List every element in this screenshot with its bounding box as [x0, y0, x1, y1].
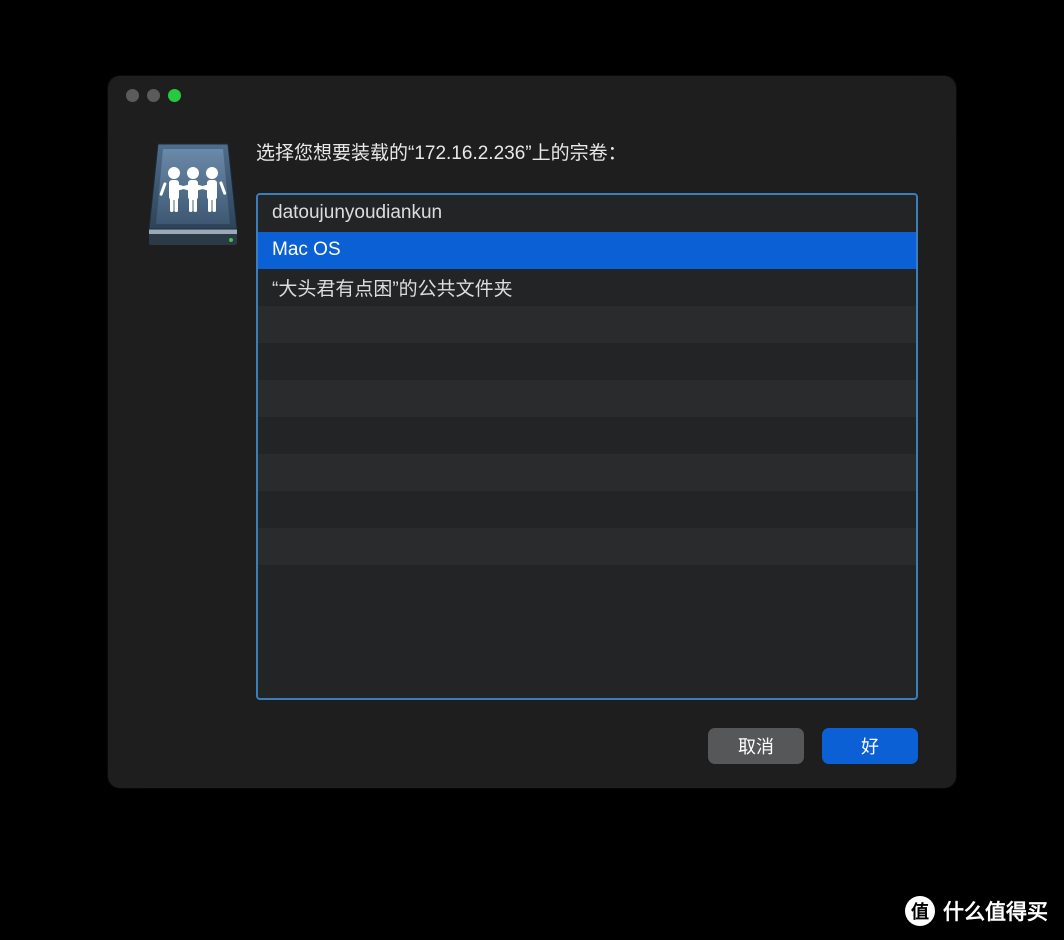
list-item [258, 343, 916, 380]
list-item [258, 380, 916, 417]
list-item[interactable]: datoujunyoudiankun [258, 195, 916, 232]
dialog-window: 选择您想要装载的“172.16.2.236”上的宗卷： datoujunyoud… [108, 76, 956, 788]
watermark: 值 什么值得买 [905, 896, 1048, 926]
watermark-text: 什么值得买 [943, 896, 1048, 926]
list-item [258, 491, 916, 528]
list-item [258, 528, 916, 565]
button-bar: 取消 好 [108, 710, 956, 788]
list-item [258, 306, 916, 343]
dialog-content: 选择您想要装载的“172.16.2.236”上的宗卷： datoujunyoud… [108, 114, 956, 710]
zoom-icon[interactable] [168, 89, 181, 102]
list-item [258, 454, 916, 491]
prompt-text: 选择您想要装载的“172.16.2.236”上的宗卷： [256, 140, 918, 169]
watermark-badge: 值 [905, 896, 935, 926]
volume-listbox[interactable]: datoujunyoudiankunMac OS“大头君有点困”的公共文件夹 [256, 193, 918, 701]
close-icon[interactable] [126, 89, 139, 102]
network-volume-icon [146, 140, 240, 250]
list-item[interactable]: Mac OS [258, 232, 916, 269]
list-item [258, 565, 916, 602]
list-item [258, 417, 916, 454]
icon-column [146, 140, 256, 700]
titlebar [108, 76, 956, 114]
main-column: 选择您想要装载的“172.16.2.236”上的宗卷： datoujunyoud… [256, 140, 918, 700]
ok-button[interactable]: 好 [822, 728, 918, 764]
cancel-button[interactable]: 取消 [708, 728, 804, 764]
minimize-icon[interactable] [147, 89, 160, 102]
list-item[interactable]: “大头君有点困”的公共文件夹 [258, 269, 916, 306]
